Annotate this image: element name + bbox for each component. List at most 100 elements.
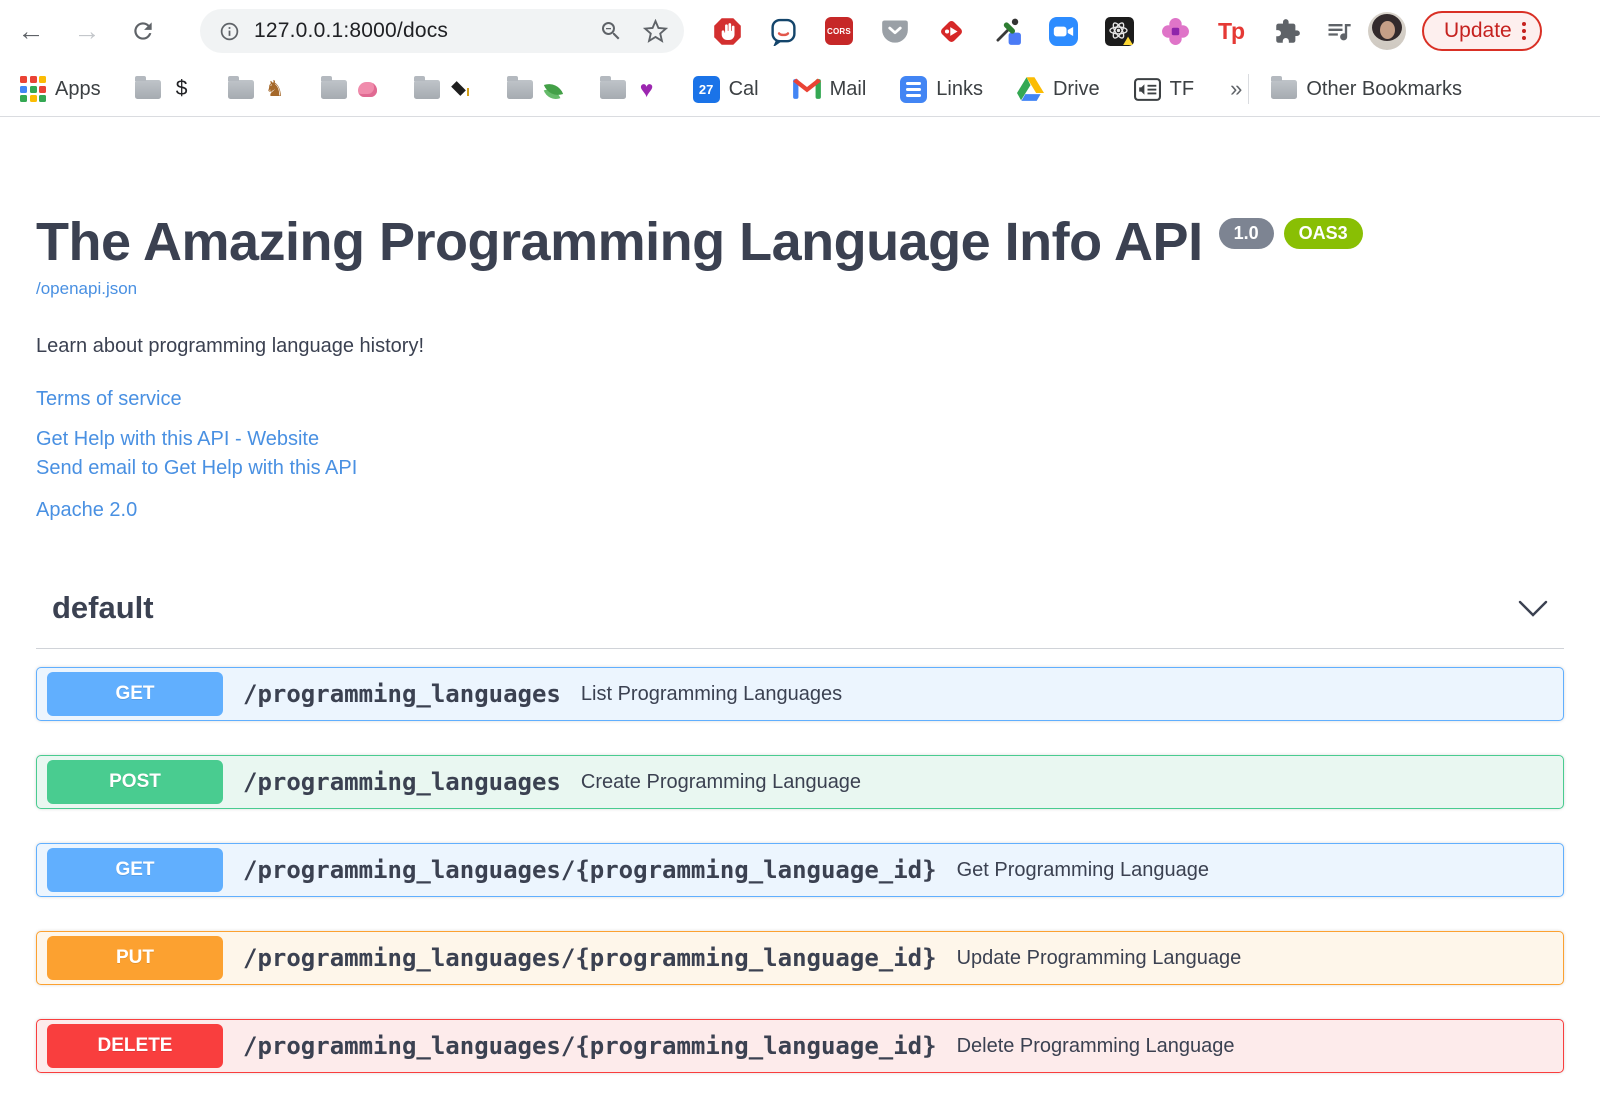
- endpoint-get-list-programming-languages[interactable]: GET /programming_languages List Programm…: [36, 667, 1564, 722]
- endpoint-summary: Delete Programming Language: [956, 1034, 1235, 1057]
- endpoint-path: /programming_languages: [243, 680, 561, 709]
- color-picker-extension-icon[interactable]: [992, 16, 1022, 46]
- chevron-down-icon[interactable]: [1518, 600, 1548, 617]
- links-list-icon: [900, 75, 928, 103]
- endpoint-delete-programming-language[interactable]: DELETE /programming_languages/{programmi…: [36, 1019, 1564, 1074]
- endpoint-post-create-programming-language[interactable]: POST /programming_languages Create Progr…: [36, 755, 1564, 810]
- bookmark-tf[interactable]: TF: [1133, 77, 1195, 101]
- cors-extension-icon[interactable]: CORS: [824, 16, 854, 46]
- endpoint-summary: Create Programming Language: [580, 770, 862, 793]
- drive-icon: [1016, 77, 1044, 101]
- bookmark-label: Apps: [55, 77, 101, 100]
- endpoint-put-update-programming-language[interactable]: PUT /programming_languages/{programming_…: [36, 931, 1564, 986]
- endpoint-path: /programming_languages/{programming_lang…: [243, 944, 937, 973]
- back-icon[interactable]: ←: [16, 16, 46, 46]
- graduation-cap-icon: [451, 81, 471, 97]
- method-badge: PUT: [47, 936, 223, 981]
- update-button[interactable]: Update: [1422, 11, 1542, 51]
- carousel-horse-icon: ♞: [264, 76, 285, 101]
- method-badge: GET: [47, 848, 223, 893]
- bookmark-folder-graduation[interactable]: [413, 75, 473, 99]
- update-label: Update: [1444, 19, 1512, 42]
- folder-icon: [413, 75, 440, 99]
- bookmark-label: Cal: [728, 77, 759, 100]
- endpoint-path: /programming_languages: [243, 768, 561, 797]
- extensions-puzzle-icon[interactable]: [1272, 16, 1302, 46]
- bookmark-label: Other Bookmarks: [1306, 77, 1462, 100]
- bookmark-folder-brain[interactable]: [320, 75, 380, 99]
- zoom-extension-icon[interactable]: [1048, 16, 1078, 46]
- terms-of-service-link[interactable]: Terms of service: [36, 388, 182, 411]
- bookmark-mail[interactable]: Mail: [792, 77, 867, 101]
- dollar-icon: $: [175, 77, 188, 100]
- page-info-icon[interactable]: [214, 16, 244, 46]
- openapi-spec-link[interactable]: /openapi.json: [36, 279, 137, 299]
- license-link[interactable]: Apache 2.0: [36, 499, 137, 522]
- bookmark-cal[interactable]: 27 Cal: [692, 75, 759, 103]
- bookmark-folder-carousel-horse[interactable]: ♞: [227, 75, 287, 102]
- browser-menu-kebab-icon[interactable]: [1521, 22, 1526, 40]
- bookmark-label: TF: [1169, 77, 1195, 100]
- folder-icon: [227, 75, 254, 99]
- folder-icon: [506, 75, 533, 99]
- oas3-badge: OAS3: [1283, 218, 1363, 249]
- email-help-link[interactable]: Send email to Get Help with this API: [36, 454, 1564, 483]
- bookmark-star-icon[interactable]: [640, 16, 670, 46]
- zoom-out-icon[interactable]: [596, 16, 626, 46]
- herb-leaf-icon: [543, 79, 564, 99]
- bookmarks-overflow-chevron[interactable]: »: [1230, 76, 1242, 102]
- api-description: Learn about programming language history…: [36, 335, 425, 358]
- purple-heart-icon: ♥: [639, 75, 654, 102]
- endpoint-summary: List Programming Languages: [580, 682, 843, 705]
- reload-icon[interactable]: [128, 16, 158, 46]
- bookmark-label: Drive: [1052, 77, 1100, 100]
- endpoint-path: /programming_languages/{programming_lang…: [243, 1032, 937, 1061]
- folder-icon: [1271, 75, 1298, 99]
- method-badge: GET: [47, 672, 223, 717]
- page-title: The Amazing Programming Language Info AP…: [36, 212, 1203, 272]
- extensions-row: CORS Tp: [712, 16, 1246, 46]
- address-bar[interactable]: 127.0.0.1:8000/docs: [200, 9, 684, 53]
- announcement-card-icon: [1133, 77, 1161, 101]
- version-badge: 1.0: [1218, 218, 1274, 249]
- folder-icon: [320, 75, 347, 99]
- bookmark-apps[interactable]: Apps: [20, 76, 101, 102]
- bookmark-links[interactable]: Links: [900, 75, 983, 103]
- url-text[interactable]: 127.0.0.1:8000/docs: [254, 19, 448, 43]
- swagger-docs-page: The Amazing Programming Language Info AP…: [0, 212, 1600, 1074]
- bookmark-folder-herb[interactable]: [506, 75, 566, 99]
- apps-grid-icon: [20, 76, 46, 102]
- tp-extension-icon[interactable]: Tp: [1216, 16, 1246, 46]
- bookmark-folder-dollar[interactable]: $: [134, 75, 194, 101]
- endpoint-get-programming-language[interactable]: GET /programming_languages/{programming_…: [36, 843, 1564, 898]
- bookmark-drive[interactable]: Drive: [1016, 77, 1100, 101]
- bookmarks-bar: Apps $ ♞ ♥ 27 Cal Mail Links Drive TF » …: [0, 62, 1600, 117]
- website-help-link[interactable]: Get Help with this API - Website: [36, 425, 1564, 454]
- music-queue-icon[interactable]: [1324, 16, 1354, 46]
- react-devtools-extension-icon[interactable]: [1104, 16, 1134, 46]
- api-title-row: The Amazing Programming Language Info AP…: [36, 212, 1564, 272]
- bookmark-label: Mail: [829, 77, 867, 100]
- gmail-icon: [792, 78, 821, 99]
- red-diamond-extension-icon[interactable]: [936, 16, 966, 46]
- endpoint-summary: Update Programming Language: [956, 946, 1242, 969]
- bookmarks-divider: [1248, 74, 1250, 104]
- folder-icon: [134, 75, 161, 99]
- bookmark-folder-purple-heart[interactable]: ♥: [599, 75, 659, 103]
- bookmark-label: Links: [936, 77, 983, 100]
- browser-toolbar: ← → 127.0.0.1:8000/docs CORS Tp Update: [0, 0, 1600, 62]
- forward-icon: →: [73, 15, 101, 46]
- profile-avatar[interactable]: [1368, 12, 1406, 50]
- method-badge: POST: [47, 760, 223, 805]
- other-bookmarks[interactable]: Other Bookmarks: [1271, 75, 1462, 101]
- brain-icon: [358, 81, 378, 97]
- endpoint-path: /programming_languages/{programming_lang…: [243, 856, 937, 885]
- adblock-icon[interactable]: [712, 16, 742, 46]
- pocket-extension-icon[interactable]: [880, 16, 910, 46]
- purple-flower-extension-icon[interactable]: [1160, 16, 1190, 46]
- endpoint-list: GET /programming_languages List Programm…: [36, 667, 1564, 1074]
- folder-icon: [599, 75, 626, 99]
- tag-section-header[interactable]: default: [36, 590, 1564, 650]
- chat-smile-extension-icon[interactable]: [768, 16, 798, 46]
- endpoint-summary: Get Programming Language: [956, 858, 1209, 881]
